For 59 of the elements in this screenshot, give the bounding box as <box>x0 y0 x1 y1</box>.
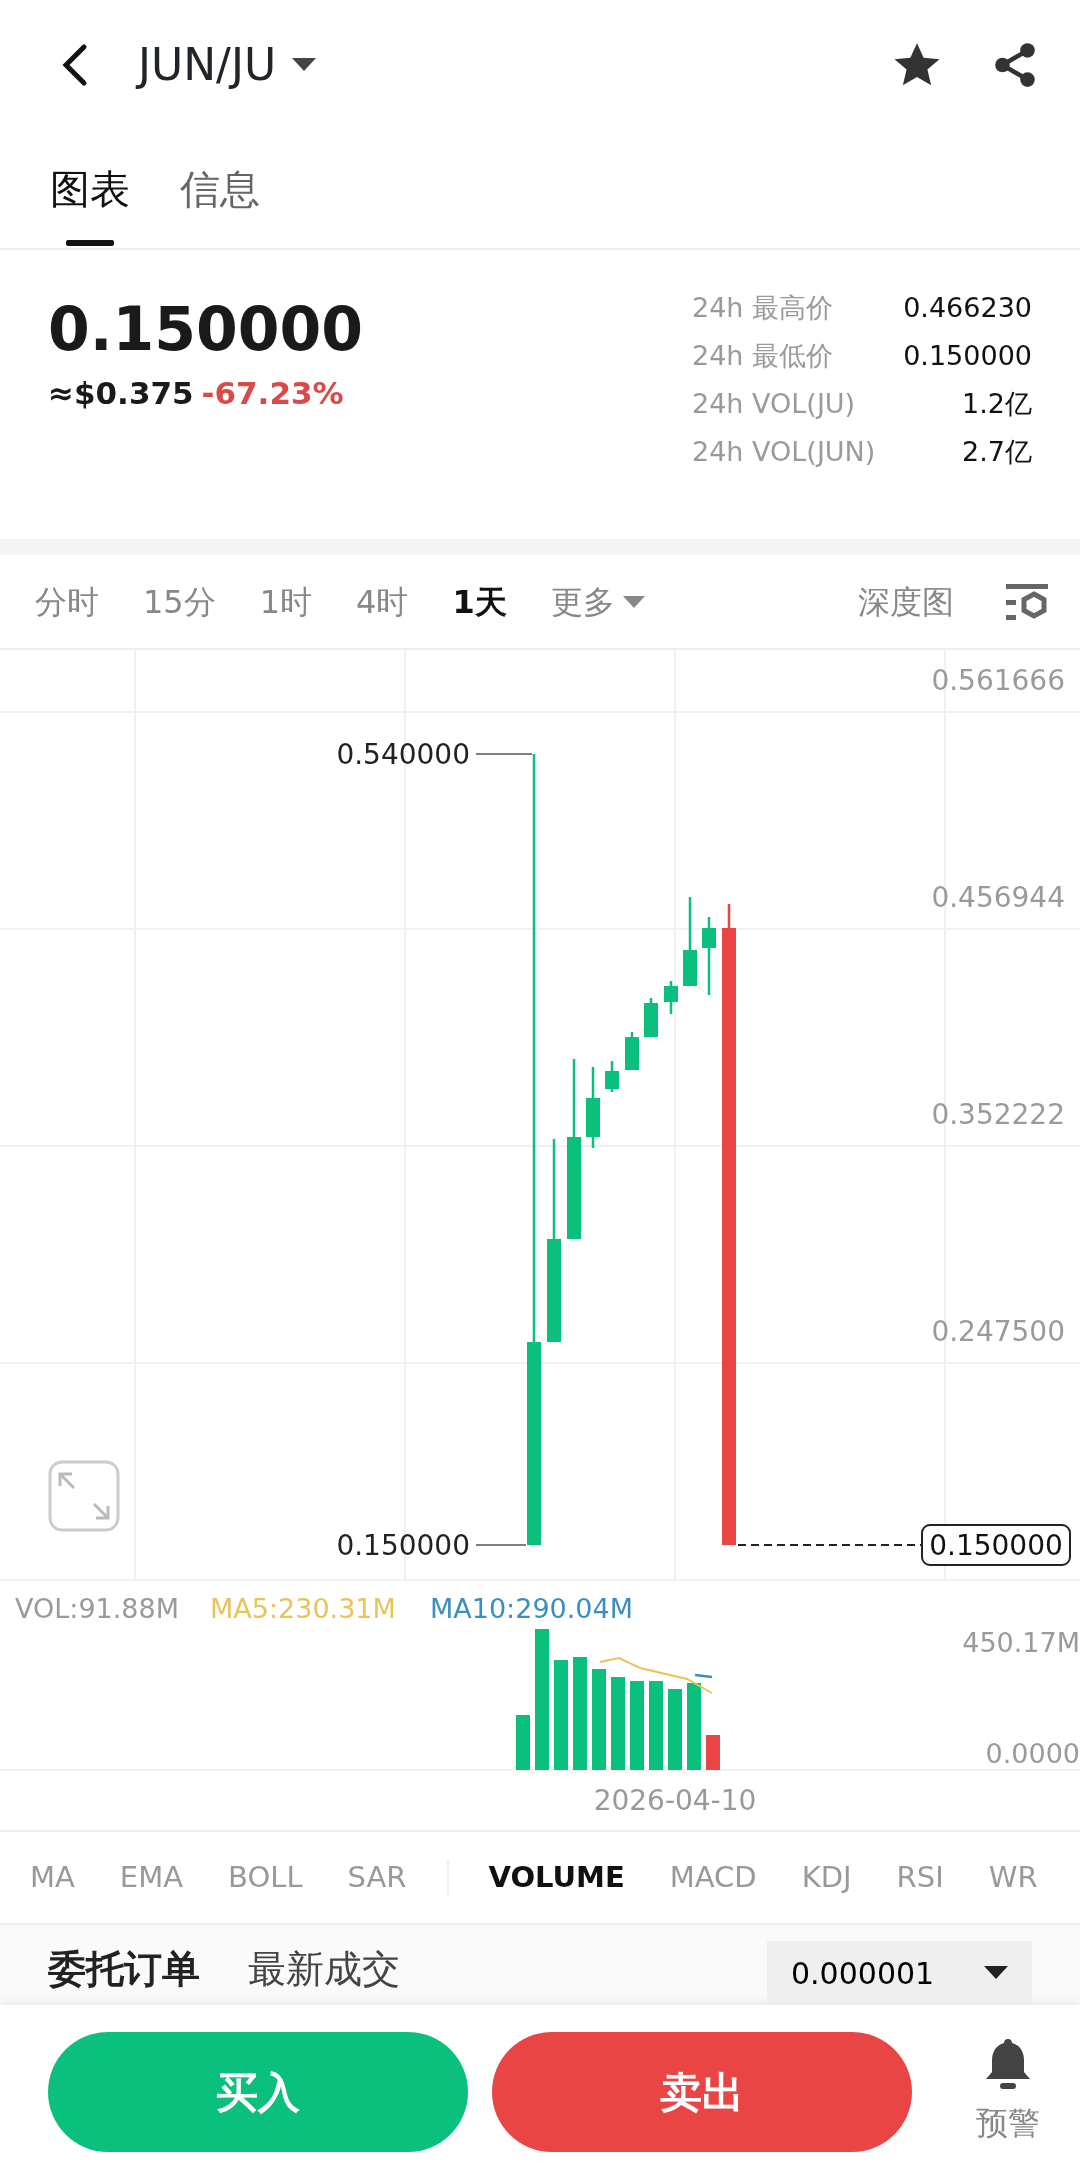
depth-chart-tab[interactable]: 深度图 <box>848 577 964 626</box>
stat-label: 24h 最高价 <box>692 290 835 325</box>
axis-label: 450.17M <box>962 1627 1080 1658</box>
usd-price: ≈$0.375 <box>48 374 194 413</box>
indicator-tab[interactable]: BOLL <box>228 1855 303 1900</box>
caret-icon <box>622 595 645 608</box>
candle <box>625 1032 639 1070</box>
current-price-tag: 0.150000 <box>921 1524 1071 1566</box>
tab[interactable]: 图表 <box>50 130 130 248</box>
indicator-tab[interactable]: KDJ <box>801 1855 852 1900</box>
candle <box>664 981 678 1014</box>
axis-label: 0.352222 <box>931 1098 1065 1131</box>
indicator-tab[interactable]: RSI <box>896 1855 944 1900</box>
precision-dropdown[interactable]: 0.000001 <box>767 1941 1032 2005</box>
sell-button[interactable]: 卖出 <box>492 2032 912 2152</box>
alert-button[interactable]: 预警 <box>976 2037 1040 2147</box>
stat-value: 0.466230 <box>902 290 1032 325</box>
axis-label: 0.0000 <box>985 1738 1080 1769</box>
bell-icon <box>984 2037 1032 2091</box>
last-price: 0.150000 <box>48 296 364 362</box>
candle <box>644 998 658 1037</box>
high-price-label: 0.540000 <box>336 738 470 771</box>
date-label: 2026-04-10 <box>593 1784 757 1817</box>
stat-value: 2.7亿 <box>961 434 1032 469</box>
leader-line <box>475 1544 527 1546</box>
stat-value: 1.2亿 <box>961 386 1032 421</box>
timeframe-tab[interactable]: 15分 <box>133 577 226 626</box>
stat-value: 0.150000 <box>902 338 1032 373</box>
axis-label: 0.561666 <box>931 664 1065 697</box>
order-tab[interactable]: 最新成交 <box>248 1941 400 1998</box>
indicator-tab[interactable]: EMA <box>119 1855 184 1900</box>
tab[interactable]: 信息 <box>180 130 260 248</box>
timeframe-tab[interactable]: 分时 <box>25 577 109 626</box>
indicator-tab[interactable]: WR <box>988 1855 1038 1900</box>
candle <box>605 1061 619 1092</box>
timeframe-tab[interactable]: 更多 <box>540 577 655 626</box>
order-tab[interactable]: 委托订单 <box>48 1941 200 1998</box>
volume-legend: MA10:290.04M <box>430 1593 633 1624</box>
timeframe-tab[interactable]: 4时 <box>346 577 419 626</box>
settings-icon[interactable] <box>1004 581 1050 622</box>
indicator-tab[interactable]: VOLUME <box>488 1855 625 1900</box>
stat-label: 24h VOL(JU) <box>692 386 857 421</box>
caret-icon <box>984 1966 1008 1980</box>
buy-button[interactable]: 买入 <box>48 2032 468 2152</box>
axis-label: 0.247500 <box>931 1315 1065 1348</box>
axis-label: 0.456944 <box>931 881 1065 914</box>
volume-legend: VOL:91.88M <box>15 1593 179 1624</box>
volume-legend: MA5:230.31M <box>210 1593 396 1624</box>
price-change: -67.23% <box>201 374 344 413</box>
timeframe-tab[interactable]: 1天 <box>442 577 517 626</box>
indicator-tab[interactable]: SAR <box>347 1855 407 1900</box>
stat-label: 24h 最低价 <box>692 338 835 373</box>
caret-icon <box>292 58 317 72</box>
stat-label: 24h VOL(JUN) <box>692 434 877 469</box>
indicator-tab[interactable]: MACD <box>669 1855 757 1900</box>
indicator-tab[interactable]: MA <box>30 1855 75 1900</box>
leader-line <box>475 753 533 755</box>
low-price-label: 0.150000 <box>336 1529 470 1562</box>
timeframe-tab[interactable]: 1时 <box>249 577 323 626</box>
